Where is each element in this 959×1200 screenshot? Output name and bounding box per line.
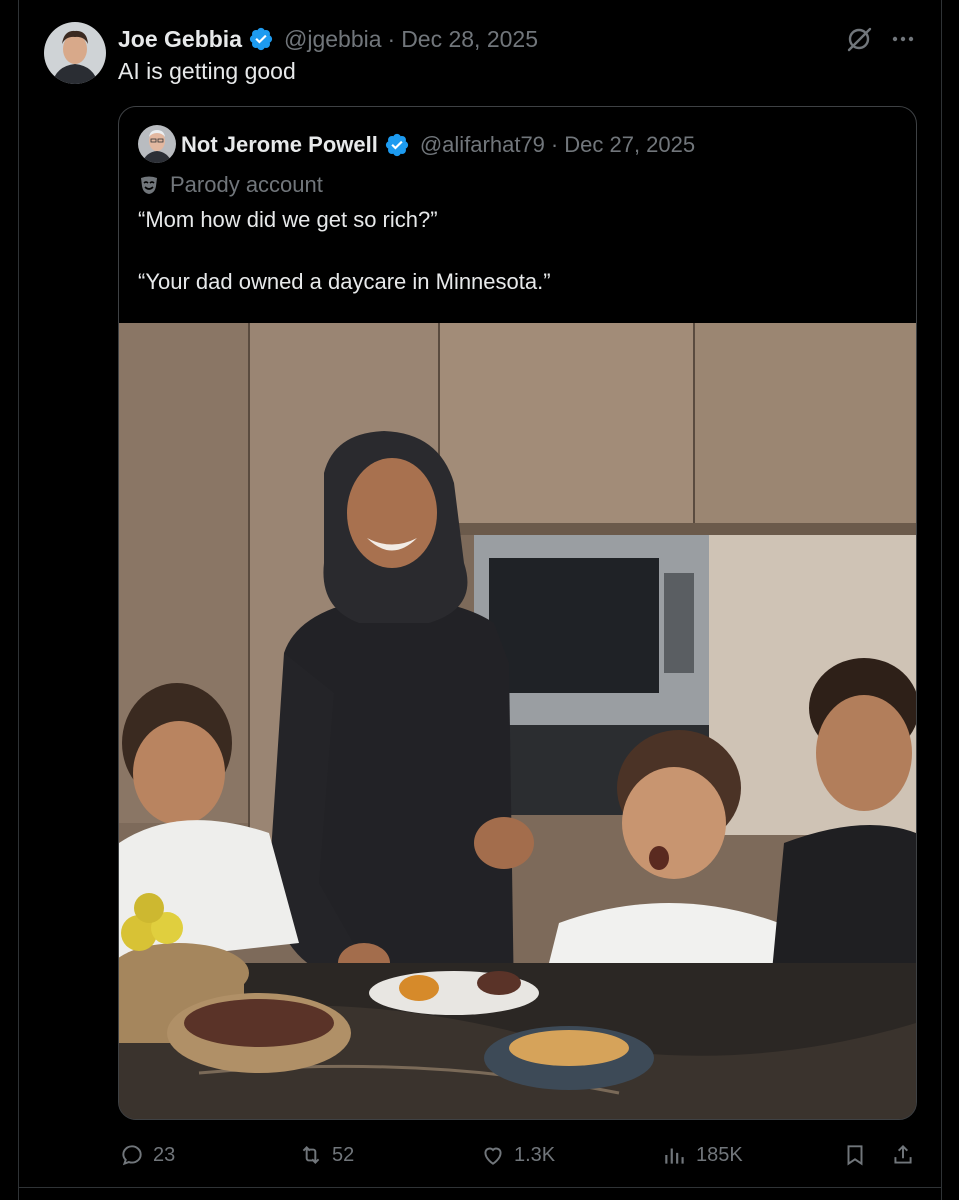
quote-text-line-2: “Your dad owned a daycare in Minnesota.” <box>138 269 551 294</box>
bookmark-icon <box>847 1145 863 1166</box>
share-icon <box>894 1144 912 1164</box>
views-button[interactable]: 185K <box>662 1138 743 1172</box>
reply-count: 23 <box>153 1143 176 1166</box>
repost-count: 52 <box>332 1143 355 1166</box>
more-icon[interactable] <box>888 24 918 54</box>
author-name[interactable]: Joe Gebbia <box>118 26 242 53</box>
quote-text-line-1: “Mom how did we get so rich?” <box>138 207 438 232</box>
like-icon <box>484 1147 502 1165</box>
tweet-text: AI is getting good <box>118 58 296 84</box>
separator: · <box>550 132 559 157</box>
separator: · <box>387 25 396 52</box>
views-count: 185K <box>696 1143 743 1166</box>
quote-author-name[interactable]: Not Jerome Powell <box>181 132 378 158</box>
quoted-tweet[interactable]: Not Jerome Powell @alifarhat79 · Dec 27,… <box>118 106 917 1120</box>
parody-text: Parody account <box>170 172 323 197</box>
quote-timestamp[interactable]: Dec 27, 2025 <box>564 132 695 158</box>
avatar[interactable] <box>44 22 106 84</box>
timestamp[interactable]: Dec 28, 2025 <box>401 26 538 53</box>
quote-avatar[interactable] <box>138 125 176 163</box>
tweet-header: Joe Gebbia @jgebbia · Dec 28, 2025 <box>118 22 538 56</box>
repost-icon <box>302 1146 320 1164</box>
reply-button[interactable]: 23 <box>119 1138 175 1172</box>
quote-author-handle[interactable]: @alifarhat79 <box>420 132 545 158</box>
parody-label: Parody account <box>138 169 323 201</box>
bookmark-button[interactable] <box>842 1138 876 1172</box>
quote-photo[interactable] <box>119 323 916 1119</box>
share-button[interactable] <box>890 1138 924 1172</box>
quote-header: Not Jerome Powell @alifarhat79 · Dec 27,… <box>181 127 695 163</box>
reply-icon <box>122 1145 142 1166</box>
views-icon <box>665 1148 684 1164</box>
author-handle[interactable]: @jgebbia <box>284 26 382 53</box>
verified-badge-icon <box>248 26 274 52</box>
verified-badge-icon <box>384 132 410 158</box>
action-bar: 23 52 1.3K 185K <box>0 1138 959 1172</box>
like-button[interactable]: 1.3K <box>480 1138 555 1172</box>
grok-icon[interactable] <box>844 24 874 54</box>
like-count: 1.3K <box>514 1143 556 1166</box>
divider <box>18 1187 942 1188</box>
repost-button[interactable]: 52 <box>298 1138 354 1172</box>
parody-mask-icon <box>141 176 157 194</box>
